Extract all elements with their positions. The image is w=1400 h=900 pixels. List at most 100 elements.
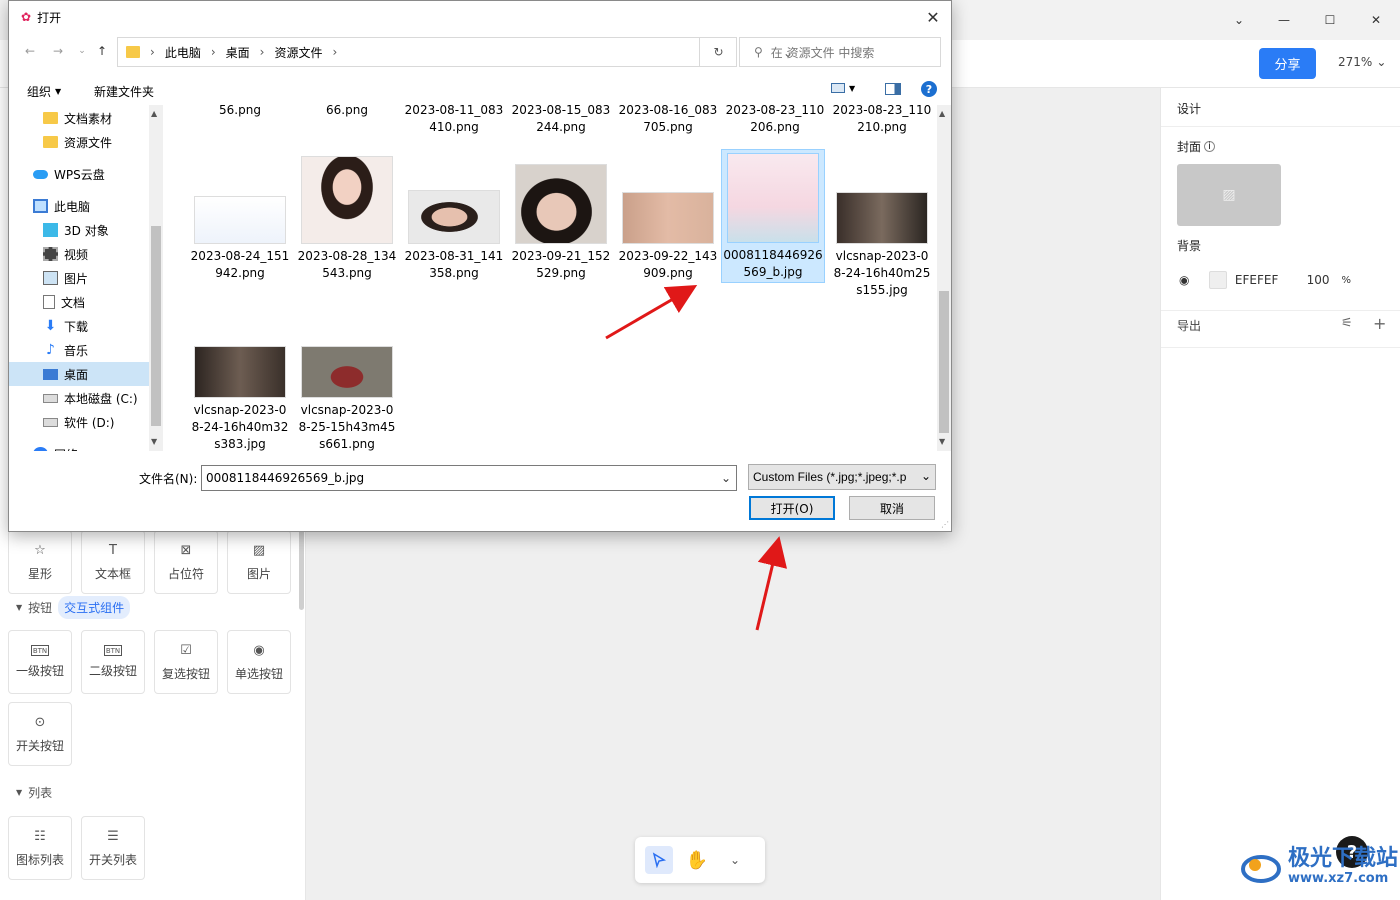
file-item[interactable]: 2023-08-15_083244.png (509, 105, 613, 136)
export-label: 导出 (1177, 319, 1202, 333)
back-arrow-icon[interactable]: ← (21, 42, 39, 60)
scroll-up-icon[interactable]: ▲ (151, 109, 157, 118)
search-icon: ⚲ (754, 45, 763, 59)
eye-icon[interactable]: ◉ (1179, 273, 1189, 287)
tree-item[interactable]: 软件 (D:) (9, 410, 149, 434)
component-primary-button[interactable]: BTN 一级按钮 (8, 630, 72, 694)
tree-item[interactable]: 3D 对象 (9, 218, 149, 242)
open-button[interactable]: 打开(O) (749, 496, 835, 520)
list-icon: ☷ (34, 829, 46, 844)
chevron-down-icon: ⌄ (920, 469, 931, 483)
organize-menu[interactable]: 组织 ▼ (27, 83, 61, 100)
forward-arrow-icon[interactable]: → (49, 42, 67, 60)
file-item[interactable]: 2023-08-23_110210.png (830, 105, 934, 136)
address-bar[interactable]: › 此电脑 › 桌面 › 资源文件 › ⌄ (117, 37, 793, 67)
preview-pane-icon[interactable] (885, 83, 901, 95)
component-textbox[interactable]: T 文本框 (81, 530, 145, 594)
file-list-scroll-thumb[interactable] (939, 291, 949, 433)
file-item[interactable]: 2023-09-22_143909.png (616, 189, 720, 282)
color-swatch[interactable] (1209, 271, 1227, 289)
filename-input[interactable]: 0008118446926569_b.jpg (201, 465, 737, 491)
breadcrumb-resources[interactable]: 资源文件 (274, 44, 322, 61)
interactive-tag[interactable]: 交互式组件 (58, 596, 131, 619)
tree-item[interactable]: 此电脑 (9, 194, 149, 218)
cancel-button[interactable]: 取消 (849, 496, 935, 520)
close-icon[interactable]: ✕ (1364, 8, 1388, 32)
thumbnail (836, 192, 928, 244)
picture-icon (43, 271, 58, 285)
tree-item[interactable]: 网络 (9, 442, 149, 451)
tree-item[interactable]: ⬇ 下载 (9, 314, 149, 338)
component-switch-button[interactable]: ⊙ 开关按钮 (8, 702, 72, 766)
caret-down-icon: ▼ (16, 603, 23, 612)
settings-sliders-icon[interactable]: ⚟ (1341, 316, 1353, 331)
view-options-icon[interactable]: ▼ (831, 83, 855, 93)
help-circle-icon[interactable]: ? (921, 81, 937, 97)
file-item[interactable]: 2023-08-23_110206.png (723, 105, 827, 136)
file-item[interactable]: 2023-08-31_141358.png (402, 187, 506, 282)
breadcrumb-this-pc[interactable]: 此电脑 (165, 44, 201, 61)
file-item[interactable]: vlcsnap-2023-08-24-16h40m25s155.jpg (830, 189, 934, 299)
file-item[interactable]: 66.png (295, 105, 399, 119)
tree-item[interactable]: 图片 (9, 266, 149, 290)
tree-item[interactable]: 视频 (9, 242, 149, 266)
up-arrow-icon[interactable]: ↑ (93, 42, 111, 60)
file-item[interactable]: 56.png (188, 105, 292, 119)
checkbox-icon: ☑ (180, 643, 192, 658)
component-secondary-button[interactable]: BTN 二级按钮 (81, 630, 145, 694)
tree-item[interactable]: 本地磁盘 (C:) (9, 386, 149, 410)
switch-list-icon: ☰ (107, 829, 119, 844)
chevron-down-icon: ⌄ (1376, 55, 1387, 69)
tree-item[interactable]: ♪ 音乐 (9, 338, 149, 362)
cover-image-placeholder[interactable]: ▨ (1177, 164, 1281, 226)
search-field[interactable]: ⚲ 在 资源文件 中搜索 (739, 37, 941, 67)
refresh-icon[interactable]: ↻ (699, 37, 737, 67)
tree-item[interactable]: 文档素材 (9, 106, 149, 130)
dialog-close-icon[interactable]: ✕ (921, 5, 945, 29)
folder-icon (43, 136, 58, 148)
tree-item[interactable]: 桌面 (9, 362, 149, 386)
file-item[interactable]: 2023-08-16_083705.png (616, 105, 720, 136)
component-star[interactable]: ☆ 星形 (8, 530, 72, 594)
resize-grip-icon[interactable]: ⋰ (941, 520, 949, 529)
plus-icon[interactable]: + (1373, 314, 1386, 333)
file-item[interactable]: 0008118446926569_b.jpg (721, 149, 825, 283)
pointer-tool-icon[interactable] (645, 846, 673, 874)
tree-item[interactable]: 资源文件 (9, 130, 149, 154)
tree-item[interactable]: 文档 (9, 290, 149, 314)
info-icon[interactable]: i (1204, 141, 1216, 152)
file-item[interactable]: 2023-08-24_151942.png (188, 193, 292, 282)
new-folder-button[interactable]: 新建文件夹 (94, 83, 154, 100)
file-item[interactable]: vlcsnap-2023-08-24-16h40m32s383.jpg (188, 343, 292, 451)
section-buttons[interactable]: ▼ 按钮 交互式组件 (16, 596, 131, 619)
zoom-control[interactable]: 271% ⌄ (1338, 55, 1386, 69)
navigation-scroll-thumb[interactable] (151, 226, 161, 426)
chevron-down-icon[interactable]: ⌄ (1227, 8, 1251, 32)
section-list[interactable]: ▼ 列表 (16, 784, 52, 801)
tree-item[interactable]: WPS云盘 (9, 162, 149, 186)
background-color-field[interactable]: EFEFEF 100 % (1209, 270, 1351, 290)
file-item[interactable]: vlcsnap-2023-08-25-15h43m45s661.png (295, 343, 399, 451)
component-placeholder[interactable]: ⊠ 占位符 (154, 530, 218, 594)
hand-tool-icon[interactable]: ✋ (683, 846, 711, 874)
component-image[interactable]: ▨ 图片 (227, 530, 291, 594)
component-switch-list[interactable]: ☰ 开关列表 (81, 816, 145, 880)
filetype-select[interactable]: Custom Files (*.jpg;*.jpeg;*.p ⌄ (748, 464, 936, 490)
share-button[interactable]: 分享 (1259, 48, 1316, 79)
scroll-up-icon[interactable]: ▲ (939, 109, 945, 118)
file-item[interactable]: 2023-09-21_152529.png (509, 161, 613, 282)
component-icon-list[interactable]: ☷ 图标列表 (8, 816, 72, 880)
scroll-down-icon[interactable]: ▼ (939, 437, 945, 446)
minimize-icon[interactable]: — (1272, 8, 1296, 32)
scroll-down-icon[interactable]: ▼ (151, 437, 157, 446)
component-checkbox-button[interactable]: ☑ 复选按钮 (154, 630, 218, 694)
thumbnail (515, 164, 607, 244)
component-radio-button[interactable]: ◉ 单选按钮 (227, 630, 291, 694)
filename-dropdown-icon[interactable]: ⌄ (717, 467, 735, 489)
file-item[interactable]: 2023-08-28_134543.png (295, 153, 399, 282)
maximize-icon[interactable]: ☐ (1318, 8, 1342, 32)
recent-chevron-icon[interactable]: ⌄ (73, 42, 91, 60)
breadcrumb-desktop[interactable]: 桌面 (226, 44, 250, 61)
file-item[interactable]: 2023-08-11_083410.png (402, 105, 506, 136)
chevron-double-down-icon[interactable]: ⌄ (721, 846, 749, 874)
